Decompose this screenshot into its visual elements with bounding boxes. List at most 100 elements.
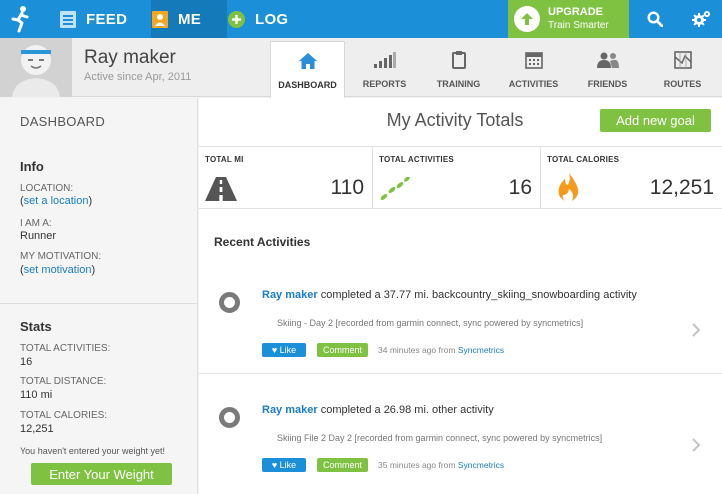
total-activities-value: 16 — [20, 356, 33, 368]
total-activities-card-label: TOTAL ACTIVITIES — [379, 155, 454, 164]
top-navigation-bar: FEED ME LOG UPGRADE Train Smarter — [0, 0, 722, 38]
iama-value: Runner — [20, 230, 57, 242]
total-calories-card-label: TOTAL CALORIES — [547, 155, 620, 164]
tab-reports[interactable]: REPORTS — [347, 41, 422, 97]
activity-source-link[interactable]: Syncmetrics — [458, 460, 504, 470]
friends-icon — [570, 49, 645, 71]
total-miles-value: 110 — [330, 176, 364, 199]
nav-me-label: ME — [178, 10, 202, 28]
nav-feed-label: FEED — [86, 10, 128, 28]
main-content: My Activity Totals Add new goal TOTAL MI… — [199, 98, 722, 494]
activity-ring-icon — [219, 407, 240, 428]
tab-routes[interactable]: ROUTES — [645, 41, 720, 97]
activity-summary: Ray maker completed a 26.98 mi. other ac… — [262, 404, 494, 416]
like-button[interactable]: ♥ Like — [262, 458, 306, 472]
info-heading: Info — [20, 159, 44, 174]
total-distance-value: 110 mi — [20, 389, 53, 401]
upgrade-title: UPGRADE — [548, 6, 604, 18]
road-icon — [205, 177, 237, 206]
location-value: (set a location) — [20, 195, 93, 207]
chevron-right-icon[interactable] — [691, 322, 701, 343]
total-activities-label: TOTAL ACTIVITIES: — [20, 343, 111, 354]
activity-totals: TOTAL MI 110 TOTAL ACTIVITIES 16 TOTAL C… — [199, 146, 722, 209]
stats-heading: Stats — [20, 319, 52, 334]
avatar[interactable] — [0, 38, 72, 97]
plus-circle-icon — [228, 10, 245, 28]
total-calories-card-value: 12,251 — [649, 176, 714, 199]
motivation-label: MY MOTIVATION: — [20, 251, 102, 262]
set-location-link[interactable]: set a location — [24, 195, 89, 207]
tab-training-label: TRAINING — [436, 79, 481, 89]
like-button[interactable]: ♥ Like — [262, 343, 306, 357]
total-miles-card: TOTAL MI 110 — [199, 147, 373, 208]
chevron-right-icon[interactable] — [691, 437, 701, 458]
nav-me[interactable]: ME — [151, 0, 227, 38]
like-label: Like — [279, 460, 297, 470]
set-motivation-link[interactable]: set motivation — [24, 264, 92, 276]
sidebar: DASHBOARD Info LOCATION: (set a location… — [0, 98, 198, 494]
tab-friends[interactable]: FRIENDS — [570, 41, 645, 97]
activity-meta: 35 minutes ago from Syncmetrics — [378, 460, 504, 470]
upgrade-subtitle: Train Smarter — [548, 20, 609, 31]
heart-icon: ♥ — [271, 460, 280, 470]
feed-icon — [59, 10, 76, 28]
search-icon[interactable] — [637, 0, 673, 38]
tab-training[interactable]: TRAINING — [421, 41, 496, 97]
activity-time: 35 minutes ago from — [378, 460, 458, 470]
like-label: Like — [279, 345, 297, 355]
recent-activities-heading: Recent Activities — [214, 235, 311, 249]
calendar-icon — [496, 49, 571, 71]
comment-button[interactable]: Comment — [317, 458, 368, 472]
comment-button[interactable]: Comment — [317, 343, 368, 357]
tab-activities-label: ACTIVITIES — [508, 79, 559, 89]
footsteps-icon — [379, 176, 411, 206]
activity-user-link[interactable]: Ray maker — [262, 404, 318, 416]
upgrade-button[interactable]: UPGRADE Train Smarter — [508, 0, 629, 38]
total-calories-label: TOTAL CALORIES: — [20, 410, 108, 421]
tab-activities[interactable]: ACTIVITIES — [496, 41, 571, 97]
profile-active-since: Active since Apr, 2011 — [84, 71, 192, 83]
clipboard-icon — [421, 49, 496, 71]
weight-note: You haven't entered your weight yet! — [20, 446, 165, 456]
nav-log[interactable]: LOG — [228, 0, 288, 38]
nav-log-label: LOG — [255, 10, 289, 28]
profile-header: Ray maker Active since Apr, 2011 DASHBOA… — [0, 38, 722, 98]
tab-friends-label: FRIENDS — [587, 79, 628, 89]
activity-item[interactable]: Ray maker completed a 26.98 mi. other ac… — [199, 385, 722, 489]
activity-text: completed a 37.77 mi. backcountry_skiing… — [317, 289, 637, 301]
bar-chart-icon — [347, 49, 422, 71]
runner-logo-icon[interactable] — [0, 0, 40, 38]
total-calories-value: 12,251 — [20, 423, 54, 435]
activity-text: completed a 26.98 mi. other activity — [317, 404, 494, 416]
activity-time: 34 minutes ago from — [378, 345, 458, 355]
sidebar-title: DASHBOARD — [20, 114, 106, 129]
activity-detail: Skiing - Day 2 [recorded from garmin con… — [277, 318, 584, 328]
motivation-value: (set motivation) — [20, 264, 96, 276]
total-calories-card: TOTAL CALORIES 12,251 — [541, 147, 722, 208]
total-activities-card-value: 16 — [508, 176, 532, 199]
gear-icon[interactable] — [683, 0, 719, 38]
map-icon — [645, 49, 720, 71]
arrow-up-icon — [514, 6, 540, 32]
enter-weight-button[interactable]: Enter Your Weight — [31, 463, 172, 485]
activity-user-link[interactable]: Ray maker — [262, 289, 318, 301]
home-icon — [271, 50, 344, 72]
activity-item[interactable]: Ray maker completed a 37.77 mi. backcoun… — [199, 270, 722, 374]
total-miles-label: TOTAL MI — [205, 155, 244, 164]
total-distance-label: TOTAL DISTANCE: — [20, 376, 107, 387]
heart-icon: ♥ — [271, 345, 280, 355]
tab-reports-label: REPORTS — [362, 79, 407, 89]
person-icon — [151, 10, 168, 28]
activity-ring-icon — [219, 292, 240, 313]
sidebar-divider — [0, 303, 197, 304]
activity-meta: 34 minutes ago from Syncmetrics — [378, 345, 504, 355]
nav-feed[interactable]: FEED — [59, 0, 127, 38]
add-goal-button[interactable]: Add new goal — [600, 109, 711, 132]
activity-source-link[interactable]: Syncmetrics — [458, 345, 504, 355]
location-label: LOCATION: — [20, 183, 74, 194]
flame-icon — [557, 173, 581, 206]
tab-routes-label: ROUTES — [663, 79, 702, 89]
total-activities-card: TOTAL ACTIVITIES 16 — [373, 147, 541, 208]
profile-name: Ray maker — [84, 47, 176, 68]
tab-dashboard[interactable]: DASHBOARD — [270, 41, 345, 98]
